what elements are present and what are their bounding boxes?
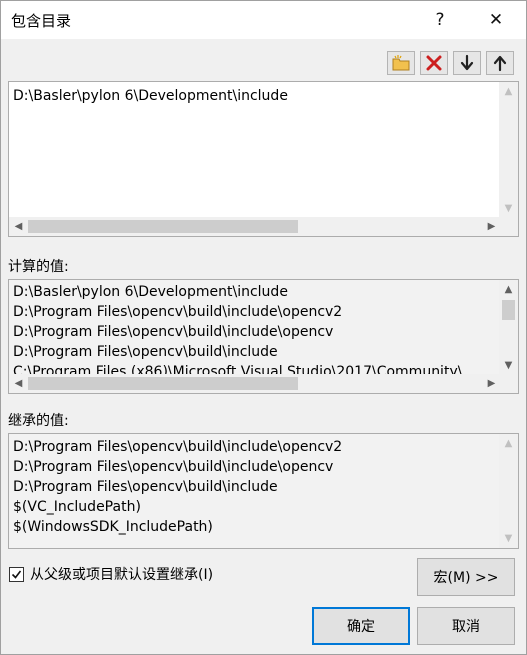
computed-line: D:\Program Files\opencv\build\include\op… <box>13 304 343 320</box>
checkmark-icon <box>11 570 22 579</box>
scroll-down-arrow-icon[interactable]: ▼ <box>499 199 518 218</box>
computed-values-list: D:\Basler\pylon 6\Development\include D:… <box>8 279 519 394</box>
computed-line: D:\Program Files\opencv\build\include\op… <box>13 324 334 340</box>
include-path-editor[interactable]: D:\Basler\pylon 6\Development\include ▲ … <box>8 81 519 237</box>
computed-line: D:\Program Files\opencv\build\include <box>13 344 278 360</box>
inherit-checkbox-label[interactable]: 从父级或项目默认设置继承(I) <box>30 564 213 584</box>
new-folder-icon <box>392 55 410 71</box>
computed-horizontal-scrollbar[interactable]: ◀ ▶ <box>9 374 501 393</box>
scroll-up-arrow-icon[interactable]: ▲ <box>499 434 518 453</box>
inherited-line: $(VC_IncludePath) <box>13 499 141 515</box>
ok-button[interactable]: 确定 <box>312 607 410 645</box>
inherited-values-list: D:\Program Files\opencv\build\include\op… <box>8 433 519 549</box>
scroll-left-arrow-icon[interactable]: ◀ <box>9 217 28 236</box>
scroll-left-arrow-icon[interactable]: ◀ <box>9 374 28 393</box>
inherit-from-parent-checkbox[interactable]: 从父级或项目默认设置继承(I) <box>9 564 213 584</box>
close-icon: ✕ <box>488 10 504 30</box>
scroll-down-arrow-icon[interactable]: ▼ <box>499 529 518 548</box>
checkbox-box[interactable] <box>9 566 24 582</box>
computed-values-label: 计算的值: <box>8 259 69 275</box>
macro-button[interactable]: 宏(M) >> <box>417 558 515 596</box>
scroll-corner <box>499 217 518 236</box>
move-up-button[interactable] <box>486 51 514 75</box>
move-down-button[interactable] <box>453 51 481 75</box>
dialog-title: 包含目录 <box>11 12 72 30</box>
inherited-values-label: 继承的值: <box>8 413 69 429</box>
new-line-button[interactable] <box>387 51 415 75</box>
inherited-line: $(WindowsSDK_IncludePath) <box>13 519 213 535</box>
move-down-icon <box>460 54 474 71</box>
move-up-icon <box>493 55 507 72</box>
inherited-line: D:\Program Files\opencv\build\include\op… <box>13 439 343 455</box>
scroll-up-arrow-icon[interactable]: ▲ <box>499 82 518 101</box>
inherited-line: D:\Program Files\opencv\build\include\op… <box>13 459 334 475</box>
editor-horizontal-scrollbar[interactable]: ◀ ▶ <box>9 217 501 236</box>
cancel-button[interactable]: 取消 <box>417 607 515 645</box>
scroll-down-arrow-icon[interactable]: ▼ <box>499 356 518 375</box>
delete-icon <box>426 55 442 71</box>
delete-line-button[interactable] <box>420 51 448 75</box>
computed-vscroll-thumb[interactable] <box>502 300 515 320</box>
editor-line[interactable]: D:\Basler\pylon 6\Development\include <box>13 86 288 106</box>
computed-vertical-scrollbar[interactable]: ▲ ▼ <box>499 280 518 375</box>
editor-scroll-thumb[interactable] <box>28 220 298 233</box>
include-directories-dialog: 包含目录 ? ✕ D:\Basler\pylon 6\Development\i… <box>0 0 527 655</box>
title-bar: 包含目录 ? ✕ <box>1 1 526 39</box>
scroll-up-arrow-icon[interactable]: ▲ <box>499 280 518 299</box>
computed-line: D:\Basler\pylon 6\Development\include <box>13 284 288 300</box>
close-button[interactable]: ✕ <box>476 5 516 35</box>
inherited-line: D:\Program Files\opencv\build\include <box>13 479 278 495</box>
inherited-vertical-scrollbar[interactable]: ▲ ▼ <box>499 434 518 548</box>
help-button[interactable]: ? <box>420 5 460 35</box>
scroll-corner <box>499 374 518 393</box>
editor-vertical-scrollbar[interactable]: ▲ ▼ <box>499 82 518 218</box>
computed-hscroll-thumb[interactable] <box>28 377 298 390</box>
